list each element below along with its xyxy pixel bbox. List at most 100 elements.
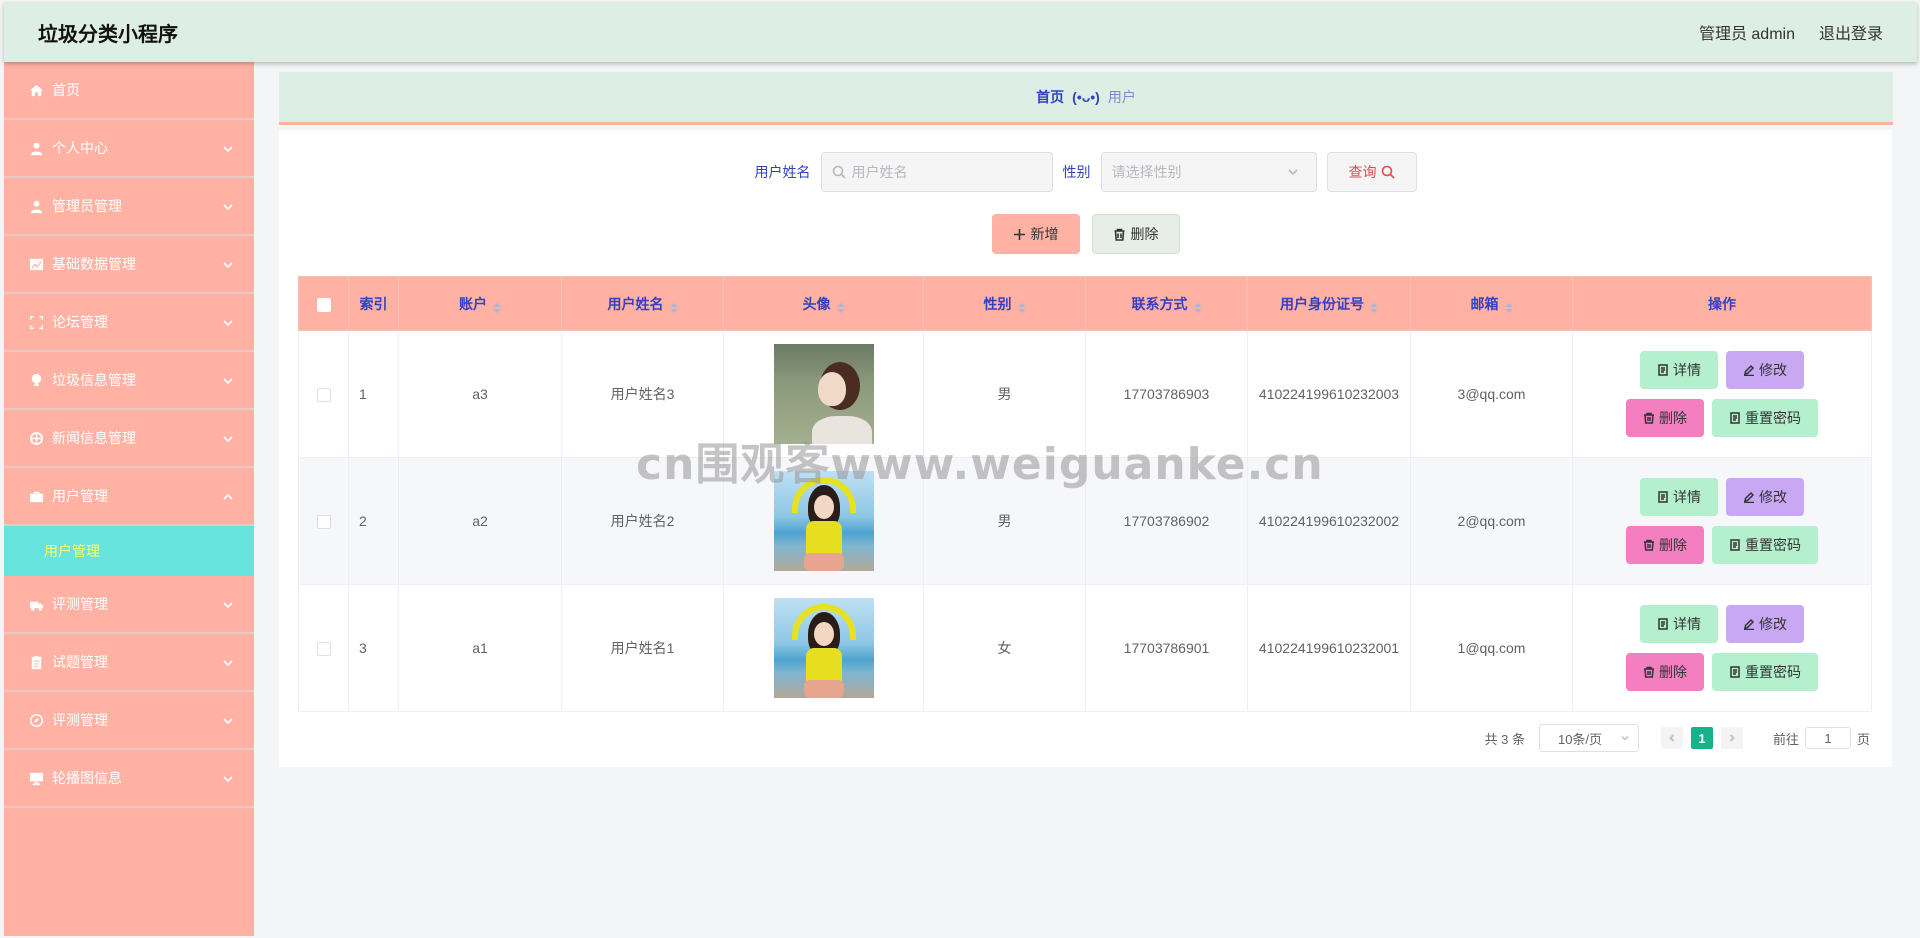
column-header-label: 头像 (802, 295, 831, 312)
row-checkbox[interactable] (316, 515, 331, 530)
name-search-input[interactable]: 用户姓名 (820, 152, 1053, 192)
sort-icon[interactable] (1193, 300, 1202, 313)
sidebar-item-label: 管理员管理 (52, 198, 122, 214)
prev-page-button[interactable] (1660, 727, 1683, 749)
index-cell: 2 (348, 457, 399, 585)
bulk-delete-button[interactable]: 删除 (1091, 214, 1180, 254)
name-cell: 用户姓名2 (561, 457, 724, 585)
sort-icon[interactable] (1370, 300, 1378, 313)
logout-link[interactable]: 退出登录 (1819, 20, 1883, 44)
pagination: 共 3 条 10条/页 1 前往 1 页 (1484, 724, 1870, 752)
detail-button[interactable]: 详情 (1640, 351, 1718, 389)
sidebar-item-news-info[interactable]: 新闻信息管理 (4, 410, 254, 468)
chevron-down-icon (222, 656, 234, 668)
breadcrumb-current: 用户 (1107, 89, 1136, 105)
delete-label: 删除 (1659, 537, 1687, 553)
column-header[interactable]: 联系方式 (1085, 276, 1248, 331)
sidebar-item-home[interactable]: 首页 (4, 62, 254, 120)
detail-button[interactable]: 详情 (1640, 478, 1718, 516)
sidebar-item-evaluation[interactable]: 评测管理 (4, 576, 254, 634)
delete-button[interactable]: 删除 (1626, 399, 1704, 437)
sidebar-item-label: 基础数据管理 (52, 256, 136, 272)
bulb-icon (28, 372, 44, 388)
sidebar-item-basic-data[interactable]: 基础数据管理 (4, 236, 254, 294)
sidebar-item-admin-management[interactable]: 管理员管理 (4, 178, 254, 236)
chevron-down-icon (222, 258, 234, 270)
goto-suffix: 页 (1856, 731, 1870, 747)
row-checkbox[interactable] (316, 388, 331, 403)
sort-icon[interactable] (836, 300, 845, 313)
sidebar-item-personal-center[interactable]: 个人中心 (4, 120, 254, 178)
app-title: 垃圾分类小程序 (38, 23, 178, 46)
column-header[interactable]: 邮箱 (1410, 276, 1573, 331)
column-header[interactable]: 用户姓名 (561, 276, 724, 331)
breadcrumb-home[interactable]: 首页 (1036, 87, 1064, 107)
sort-icon[interactable] (1017, 300, 1026, 313)
reset-password-button[interactable]: 重置密码 (1712, 526, 1818, 564)
sex-select[interactable]: 请选择性别 (1100, 152, 1317, 192)
sidebar-subitem-user-management[interactable]: 用户管理 (4, 526, 254, 576)
name-placeholder: 用户姓名 (851, 164, 908, 180)
compass-icon (28, 712, 44, 728)
detail-label: 详情 (1673, 362, 1701, 378)
edit-button[interactable]: 修改 (1726, 478, 1804, 516)
edit-button[interactable]: 修改 (1726, 605, 1804, 643)
edit-button[interactable]: 修改 (1726, 351, 1804, 389)
chevron-down-icon (1621, 735, 1629, 741)
column-header[interactable]: 性别 (923, 276, 1086, 331)
sidebar-item-garbage-info[interactable]: 垃圾信息管理 (4, 352, 254, 410)
sort-icon[interactable] (669, 300, 678, 313)
column-header[interactable]: 用户身份证号 (1247, 276, 1411, 331)
sort-icon[interactable] (493, 300, 501, 313)
sidebar-item-question-management[interactable]: 试题管理 (4, 634, 254, 692)
detail-label: 详情 (1673, 489, 1701, 505)
column-header[interactable]: 账户 (398, 276, 562, 331)
user-icon (28, 198, 44, 214)
pencil-icon (1744, 618, 1755, 630)
sidebar-item-evaluation-2[interactable]: 评测管理 (4, 692, 254, 750)
table-row: 3 a1 用户姓名1 女 17703786901 410224199610232… (298, 584, 1872, 712)
chevron-down-icon (222, 200, 234, 212)
sidebar-item-forum[interactable]: 论坛管理 (4, 294, 254, 352)
id-number-cell: 410224199610232003 (1247, 330, 1411, 458)
sidebar-item-label: 用户管理 (52, 488, 108, 504)
delete-button[interactable]: 删除 (1626, 653, 1704, 691)
breadcrumb-separator: (•ᴗ•) (1072, 89, 1100, 105)
row-checkbox[interactable] (316, 642, 331, 657)
main-panel: 用户姓名 用户姓名 性别 请选择性别 查询 新增 删除 索引 账户 用户姓名 头… (279, 130, 1892, 767)
add-button[interactable]: 新增 (991, 214, 1080, 254)
chevron-down-icon (222, 432, 234, 444)
reset-password-label: 重置密码 (1745, 664, 1801, 680)
search-bar: 用户姓名 用户姓名 性别 请选择性别 查询 (279, 152, 1892, 192)
trash-icon (1644, 412, 1654, 424)
operations-cell: 详情 修改 删除 重置密码 (1572, 457, 1872, 585)
admin-label[interactable]: 管理员 admin (1699, 20, 1795, 44)
page-size-select[interactable]: 10条/页 (1538, 724, 1639, 752)
sex-cell: 男 (923, 330, 1086, 458)
column-header-label: 用户姓名 (607, 295, 664, 312)
document-icon (1730, 412, 1740, 424)
account-cell: a3 (398, 330, 562, 458)
avatar-cell (723, 584, 924, 712)
edit-label: 修改 (1759, 362, 1787, 378)
frame-icon (28, 314, 44, 330)
page-number[interactable]: 1 (1690, 727, 1713, 749)
column-header[interactable]: 头像 (723, 276, 924, 331)
detail-button[interactable]: 详情 (1640, 605, 1718, 643)
goto-page-input[interactable]: 1 (1804, 727, 1851, 749)
reset-password-button[interactable]: 重置密码 (1712, 653, 1818, 691)
delete-button[interactable]: 删除 (1626, 526, 1704, 564)
query-label: 查询 (1348, 164, 1377, 180)
pagination-total: 共 3 条 (1484, 731, 1525, 747)
query-button[interactable]: 查询 (1326, 152, 1417, 192)
sidebar-item-carousel[interactable]: 轮播图信息 (4, 750, 254, 808)
column-header-label: 邮箱 (1470, 295, 1499, 312)
truck-icon (28, 596, 44, 612)
sidebar-item-label: 个人中心 (52, 140, 108, 156)
next-page-button[interactable] (1720, 727, 1743, 749)
monitor-icon (28, 770, 44, 786)
sidebar-item-user-management[interactable]: 用户管理 (4, 468, 254, 526)
sort-icon[interactable] (1504, 300, 1513, 313)
reset-password-button[interactable]: 重置密码 (1712, 399, 1818, 437)
select-all-checkbox[interactable] (316, 297, 331, 312)
